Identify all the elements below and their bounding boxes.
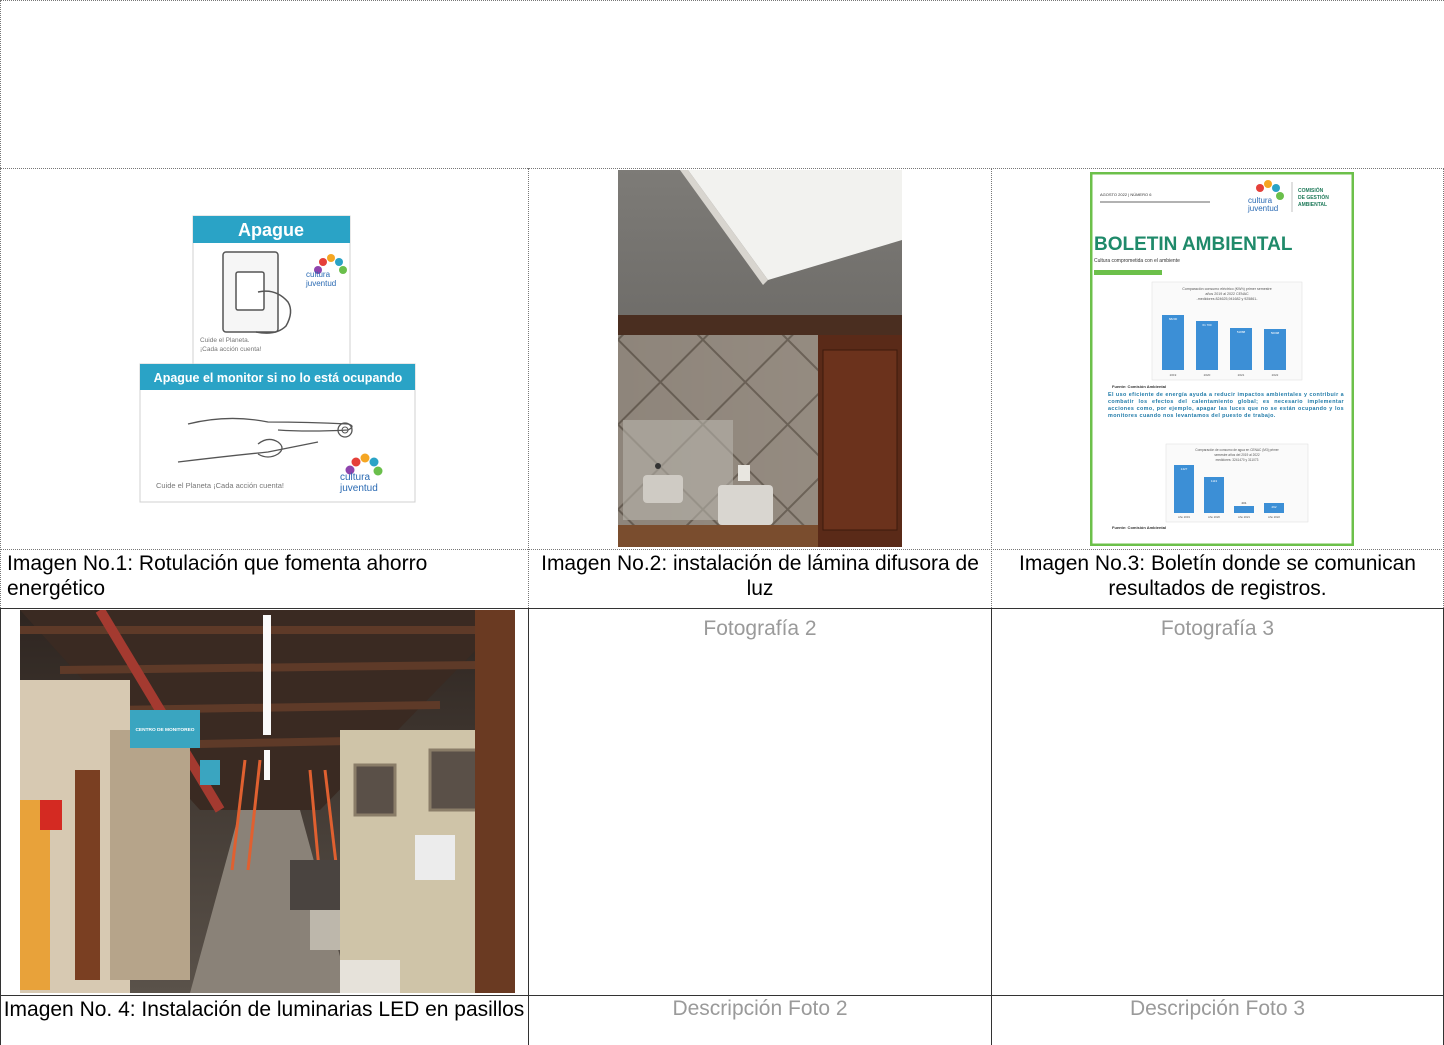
sign-top-footer-1: Cuide el Planeta. [200,337,250,344]
row-border [0,168,1444,169]
chart1-bar [1230,328,1252,370]
chart2-year: Año 2022 [1268,515,1280,519]
logo-text-2: juventud [339,483,378,494]
sign-bottom-title: Apague el monitor si no lo está ocupando [154,371,403,385]
bulletin-header: AGOSTO 2022 | NÚMERO 6 [1100,192,1152,197]
chart2-year: Año 2021 [1238,515,1250,519]
image-energy-signs: Apague cultura juventud Cuide el Planeta… [138,214,418,504]
image-led-corridor-photo: CENTRO DE MONITOREO [20,610,515,993]
col-border [0,168,1,608]
sign-top-footer-2: ¡Cada acción cuenta! [200,346,262,353]
source-2: Fuente: Comisión Ambiental [1112,525,1166,530]
caption-image-3: Imagen No.3: Boletín donde se comunican … [1019,552,1416,600]
chart1-year: 2020 [1204,373,1211,377]
top-border [0,0,1444,1]
chart1-value: 68200 [1169,317,1178,321]
caption-image-1: Imagen No.1: Rotulación que fomenta ahor… [7,552,428,600]
chart2-title-2: semestre años del 2019 al 2022 [1214,453,1260,457]
caption-photo-3: Descripción Foto 3 [1129,997,1306,1020]
image-bulletin: AGOSTO 2022 | NÚMERO 6 cultura juventud … [1090,172,1354,546]
row-border [0,995,1444,996]
chart1-year: 2021 [1238,373,1245,377]
bulletin-subtitle: Cultura comprometida con el ambiente [1094,258,1180,264]
document-page: Apague cultura juventud Cuide el Planeta… [0,0,1444,1045]
source-1: Fuente: Comisión Ambiental [1112,384,1166,389]
col-border [528,608,529,1045]
bulletin-title: BOLETIN AMBIENTAL [1094,234,1293,255]
row-border [0,608,1444,609]
chart2-year: Año 2019 [1178,515,1190,519]
chart1-year: 2019 [1170,373,1177,377]
chart1-value: 50098 [1271,331,1280,335]
logo-text-1: cultura [340,472,370,483]
bulletin-paragraph: El uso eficiente de energía ayuda a redu… [1108,392,1344,419]
chart1-year: 2022 [1272,373,1279,377]
chart1-bar [1264,329,1286,370]
energy-chart: Comparación consumo eléctrico (KWh) prim… [1151,281,1303,381]
sign-bottom-footer: Cuide el Planeta ¡Cada acción cuenta! [156,481,284,490]
caption-image-4: Imagen No. 4: Instalación de luminarias … [3,998,525,1021]
chart1-bar [1162,315,1184,370]
chart2-value: 1427 [1181,467,1188,471]
chart2-year: Año 2020 [1208,515,1220,519]
logo-text-2: juventud [305,279,336,288]
chart1-value: 61 700 [1202,323,1212,327]
col-border [991,608,992,1045]
photo-table: Apague cultura juventud Cuide el Planeta… [0,168,1444,1045]
row-border [0,549,1444,550]
sign-top-title: Apague [238,220,304,240]
commission-line-1: COMISIÓN [1298,186,1324,194]
col-border [991,168,992,608]
col-border [528,168,529,608]
chart2-value: 1113 [1211,479,1218,483]
chart1-title-1: Comparación consumo eléctrico (KWh) prim… [1182,287,1271,291]
chart2-title-1: Comparación de consumo de agua en CENAC … [1195,448,1279,452]
chart1-title-2: años 2019 al 2022 CENAC [1205,292,1249,296]
photo-3-placeholder: Fotografía 3 [1160,617,1275,640]
chart1-value: 51888 [1237,330,1246,334]
col-border [0,608,1,1045]
chart1-title-3: -medidores 824625,941682 y 925861- [1197,297,1259,301]
commission-line-3: AMBIENTAL [1298,202,1327,208]
commission-line-2: DE GESTIÓN [1298,193,1329,201]
chart2-value: 201 [1241,501,1246,505]
chart2-bar [1234,506,1254,513]
photo-2-placeholder: Fotografía 2 [703,617,817,640]
chart2-bar [1174,465,1194,513]
image-light-diffuser-photo [618,170,902,547]
left-border [0,0,1,168]
chart1-bar [1196,321,1218,370]
logo-text-2: juventud [1247,204,1278,213]
chart2-title-3: medidores: 3241470 y 311073 [1216,458,1259,462]
caption-image-2: Imagen No.2: instalación de lámina difus… [541,552,979,600]
logo-text-1: cultura [306,270,331,279]
chart2-value: 292 [1271,505,1276,509]
caption-photo-2: Descripción Foto 2 [672,997,848,1020]
water-chart: Comparación de consumo de agua en CENAC … [1165,443,1309,523]
corridor-sign: CENTRO DE MONITOREO [135,727,194,733]
